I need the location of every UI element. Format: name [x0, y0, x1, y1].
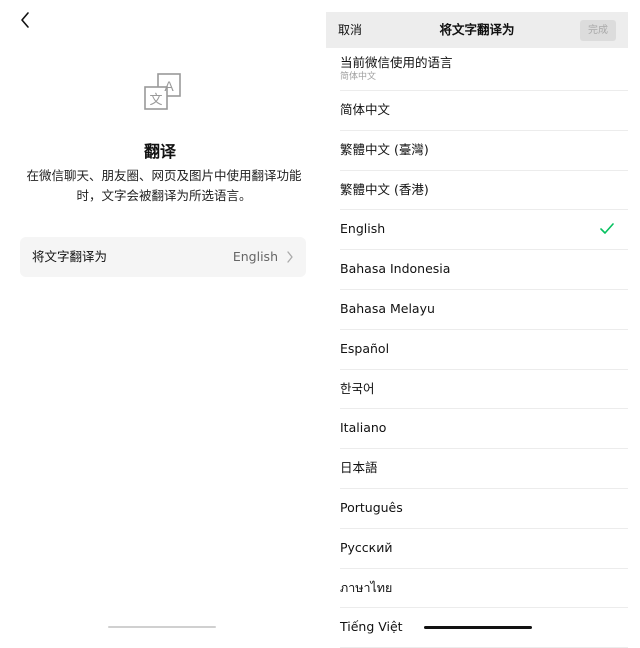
language-option-label: Bahasa Indonesia: [340, 261, 451, 277]
language-option-label: Bahasa Melayu: [340, 300, 435, 316]
current-language-row: 当前微信使用的语言 简体中文: [340, 48, 628, 91]
chevron-left-icon[interactable]: [16, 10, 36, 30]
language-option[interactable]: 简体中文: [340, 91, 628, 131]
language-option[interactable]: 日本語: [340, 449, 628, 489]
page-description: 在微信聊天、朋友圈、网页及图片中使用翻译功能时，文字会被翻译为所选语言。: [26, 168, 302, 203]
sheet-nav-bar: 取消 将文字翻译为 完成: [326, 12, 628, 48]
language-option-label: ภาษาไทย: [340, 579, 393, 595]
translate-icon: A 文: [144, 73, 181, 110]
language-option[interactable]: 한국어: [340, 370, 628, 410]
translate-icon-letter-wen: 文: [149, 93, 162, 108]
language-picker-sheet: 取消 将文字翻译为 完成 当前微信使用的语言 简体中文 简体中文繁體中文 (臺灣…: [326, 12, 628, 648]
language-option[interactable]: 繁體中文 (臺灣): [340, 131, 628, 171]
chevron-right-icon: [287, 251, 293, 263]
setting-value: English: [232, 249, 278, 264]
language-option[interactable]: Español: [340, 330, 628, 370]
language-option-label: Русский: [340, 539, 393, 555]
language-option[interactable]: English: [340, 210, 628, 251]
language-option-label: 한국어: [340, 380, 375, 396]
translate-settings-page: A 文 翻译 在微信聊天、朋友圈、网页及图片中使用翻译功能时，文字会被翻译为所选…: [0, 0, 320, 640]
language-list: 当前微信使用的语言 简体中文 简体中文繁體中文 (臺灣) 繁體中文 (香港) Eng…: [326, 48, 628, 648]
home-indicator: [424, 626, 532, 629]
language-option-label: Tiếng Việt: [340, 619, 403, 635]
language-option-label: 简体中文: [340, 102, 391, 117]
language-option-label: 日本語: [340, 460, 378, 476]
language-option[interactable]: Bahasa Indonesia: [340, 250, 628, 290]
translate-to-setting-row[interactable]: 将文字翻译为 English: [20, 237, 306, 277]
page-title: 翻译: [143, 142, 176, 161]
language-option[interactable]: 繁體中文 (香港): [340, 171, 628, 211]
language-option[interactable]: ภาษาไทย: [340, 569, 628, 609]
language-option-label: English: [340, 221, 386, 237]
done-button[interactable]: 完成: [580, 20, 616, 41]
home-indicator: [108, 626, 216, 628]
language-option[interactable]: Русский: [340, 529, 628, 569]
language-option-label: Español: [340, 340, 390, 356]
language-option[interactable]: Italiano: [340, 409, 628, 450]
language-option-label: Italiano: [340, 420, 387, 436]
language-option[interactable]: Bahasa Melayu: [340, 290, 628, 330]
language-option[interactable]: Português: [340, 489, 628, 529]
checkmark-icon: [600, 223, 614, 235]
language-option-label: 繁體中文 (香港): [340, 181, 429, 197]
language-option-label: 繁體中文 (臺灣): [340, 141, 429, 157]
setting-label: 将文字翻译为: [32, 249, 108, 264]
language-option-label: Português: [340, 499, 403, 515]
current-language-value: 简体中文: [340, 72, 377, 82]
translate-icon-letter-a: A: [164, 78, 174, 94]
